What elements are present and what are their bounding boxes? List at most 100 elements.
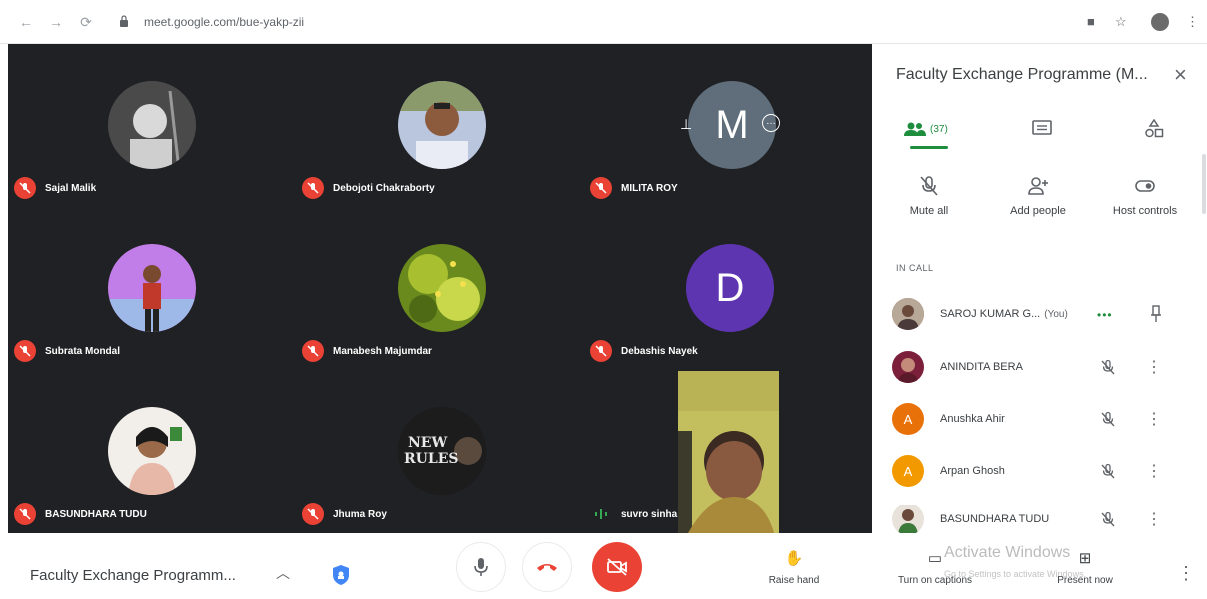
participant-row[interactable]: SAROJ KUMAR G... (You) ••• — [892, 296, 1182, 332]
avatar — [398, 244, 486, 332]
camera-off-button[interactable] — [592, 542, 642, 592]
lock-icon — [120, 15, 128, 27]
participant-row[interactable]: BASUNDHARA TUDU ⋮ — [892, 505, 1182, 533]
camera-off-icon — [607, 558, 627, 576]
participant-tile[interactable]: NEW RULES Jhuma Roy — [296, 370, 584, 533]
scrollbar[interactable] — [1202, 154, 1206, 214]
mic-off-icon — [590, 340, 612, 362]
side-panel: Faculty Exchange Programme (M... × (37) … — [872, 44, 1207, 533]
star-icon[interactable]: ☆ — [1115, 14, 1127, 30]
avatar: A — [892, 455, 924, 487]
participant-row[interactable]: A Arpan Ghosh ⋮ — [892, 453, 1182, 489]
avatar — [892, 298, 924, 330]
participant-name: ANINDITA BERA — [940, 361, 1023, 373]
mic-off-icon — [1101, 463, 1115, 479]
participant-tile[interactable]: Manabesh Majumdar — [296, 207, 584, 370]
participant-name: Arpan Ghosh — [940, 465, 1005, 477]
more-vert-icon[interactable]: ⋮ — [1146, 461, 1162, 481]
avatar-text-new: NEW — [408, 435, 447, 451]
mute-all-button[interactable]: Mute all — [884, 174, 974, 217]
avatar: A — [892, 403, 924, 435]
mic-off-icon — [590, 177, 612, 199]
avatar — [892, 505, 924, 533]
mic-off-icon — [1101, 511, 1115, 527]
more-vert-icon[interactable]: ⋮ — [1146, 409, 1162, 429]
more-options-icon[interactable]: ⋮ — [1177, 563, 1195, 584]
participant-name: Manabesh Majumdar — [333, 345, 432, 357]
more-vert-icon[interactable]: ⋮ — [1146, 509, 1162, 529]
shield-icon[interactable] — [332, 564, 350, 586]
host-controls-button[interactable]: Host controls — [1100, 174, 1190, 217]
participant-name: Sajal Malik — [45, 182, 97, 194]
captions-icon: ▭ — [927, 550, 943, 567]
tab-people[interactable]: (37) — [904, 116, 948, 142]
participant-tile[interactable]: Subrata Mondal — [8, 207, 296, 370]
self-view-video[interactable] — [678, 371, 779, 533]
avatar — [398, 81, 486, 169]
toggle-icon — [1135, 180, 1155, 192]
participant-row[interactable]: A Anushka Ahir ⋮ — [892, 401, 1182, 437]
mic-icon — [474, 558, 488, 576]
speaking-indicator-icon: ••• — [1097, 308, 1113, 322]
forward-icon[interactable]: → — [48, 14, 64, 30]
participant-tile[interactable]: Debojoti Chakraborty — [296, 44, 584, 207]
participant-name: suvro sinha — [621, 508, 678, 520]
speaking-indicator-icon — [590, 503, 612, 525]
address-bar[interactable]: meet.google.com/bue-yakp-zii — [110, 10, 1190, 34]
participant-name: BASUNDHARA TUDU — [45, 508, 147, 520]
reload-icon[interactable]: ⟳ — [78, 14, 94, 30]
raise-hand-button[interactable]: ✋ Raise hand — [739, 549, 849, 586]
avatar — [108, 244, 196, 332]
participant-tile[interactable]: Sajal Malik — [8, 44, 296, 207]
url-text: meet.google.com/bue-yakp-zii — [144, 15, 305, 29]
leave-call-button[interactable] — [522, 542, 572, 592]
avatar-text-rules: RULES — [404, 451, 458, 467]
add-people-button[interactable]: Add people — [993, 174, 1083, 217]
profile-avatar[interactable] — [1151, 13, 1169, 31]
camera-icon[interactable]: ■ — [1087, 14, 1095, 29]
more-vert-icon[interactable]: ⋮ — [1146, 357, 1162, 377]
more-vert-icon[interactable]: ⋮ — [1186, 14, 1199, 30]
participant-name: Anushka Ahir — [940, 413, 1005, 425]
chevron-up-icon[interactable]: ︿ — [276, 563, 290, 583]
mic-off-icon — [302, 340, 324, 362]
hang-up-icon — [537, 564, 557, 571]
back-icon[interactable]: ← — [18, 14, 34, 30]
participant-name: Debojoti Chakraborty — [333, 182, 435, 194]
present-icon: ⊞ — [1078, 550, 1092, 567]
avatar: D — [686, 244, 774, 332]
participant-name: SAROJ KUMAR G... — [940, 308, 1041, 320]
pin-icon[interactable]: ⊥ — [680, 116, 692, 133]
participant-tile[interactable]: M ⊥ … MILITA ROY — [584, 44, 872, 207]
mic-off-icon — [920, 176, 938, 196]
shapes-icon — [1145, 119, 1164, 138]
participant-name: BASUNDHARA TUDU — [940, 513, 1050, 525]
more-options-icon[interactable]: … — [762, 114, 780, 132]
section-label: IN CALL — [896, 263, 934, 273]
pin-icon[interactable] — [1150, 304, 1162, 324]
avatar — [108, 81, 196, 169]
participant-name: Jhuma Roy — [333, 508, 387, 520]
mic-off-icon — [14, 177, 36, 199]
close-icon[interactable]: × — [1174, 62, 1187, 88]
avatar: NEW RULES — [398, 407, 486, 495]
participant-tile[interactable]: BASUNDHARA TUDU — [8, 370, 296, 533]
person-add-icon — [1028, 177, 1048, 195]
tab-chat[interactable] — [1032, 116, 1052, 142]
participant-row[interactable]: ANINDITA BERA ⋮ — [892, 349, 1182, 385]
participant-tile[interactable]: D Debashis Nayek — [584, 207, 872, 370]
avatar — [892, 351, 924, 383]
activation-watermark-sub: Go to Settings to activate Windows. — [944, 569, 1087, 579]
participant-name: Subrata Mondal — [45, 345, 121, 357]
chat-icon — [1032, 120, 1052, 135]
tab-indicator — [910, 146, 948, 149]
you-tag: (You) — [1044, 309, 1068, 320]
mic-off-icon — [1101, 411, 1115, 427]
meeting-title[interactable]: Faculty Exchange Programm... — [30, 567, 236, 584]
people-icon — [904, 122, 926, 136]
video-grid: Sajal Malik Debojoti Chakraborty M ⊥ … M… — [8, 44, 872, 533]
meeting-controls-bar: Faculty Exchange Programm... ︿ ✋ Raise h… — [0, 533, 1207, 599]
microphone-button[interactable] — [456, 542, 506, 592]
tab-activities[interactable] — [1144, 116, 1164, 142]
participant-name: Debashis Nayek — [621, 345, 698, 357]
